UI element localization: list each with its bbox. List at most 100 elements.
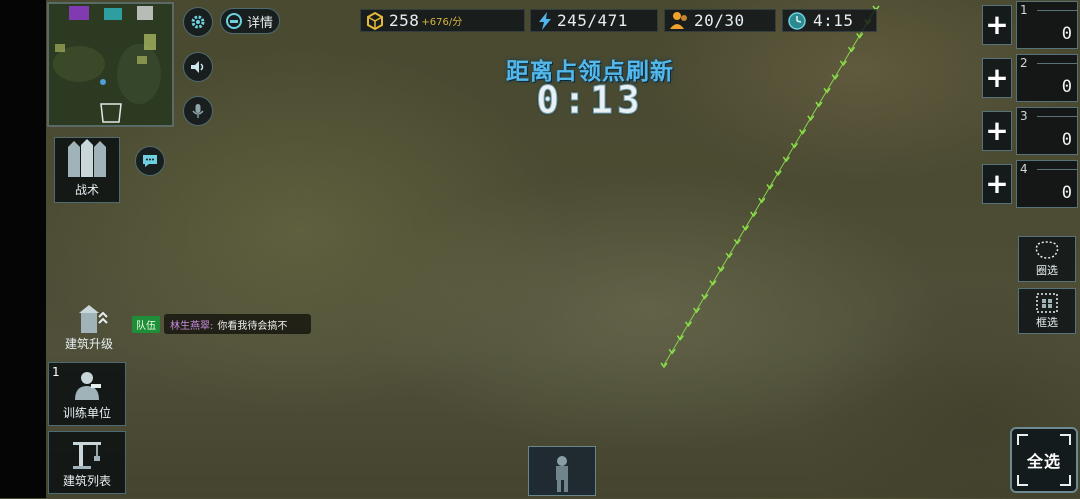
control-group-count: 0 bbox=[1061, 77, 1072, 97]
building-upgrade-button[interactable]: 建筑升级 bbox=[56, 303, 122, 353]
lightning-icon bbox=[539, 11, 551, 30]
details-label: 详情 bbox=[247, 15, 274, 31]
path-waypoint-marker bbox=[807, 115, 815, 122]
path-waypoint-marker bbox=[660, 362, 668, 369]
gold-rate: +676/分 bbox=[421, 17, 463, 28]
add-group-2-button[interactable]: + bbox=[982, 58, 1012, 98]
building-list-label: 建筑列表 bbox=[62, 474, 111, 488]
path-waypoint-marker bbox=[815, 101, 823, 108]
path-waypoint-marker bbox=[839, 60, 847, 67]
path-waypoint-marker bbox=[790, 142, 799, 149]
path-waypoint-marker bbox=[774, 170, 782, 177]
speaker-icon bbox=[191, 61, 204, 73]
path-waypoint-marker bbox=[831, 74, 839, 80]
minimap-neutral-base bbox=[137, 6, 153, 20]
control-group-1[interactable]: 1 0 bbox=[1016, 1, 1078, 49]
control-group-number: 4 bbox=[1020, 162, 1028, 176]
path-waypoint-marker bbox=[782, 156, 790, 163]
voice-button[interactable] bbox=[183, 96, 213, 126]
control-group-number: 3 bbox=[1020, 109, 1028, 123]
sound-button[interactable] bbox=[183, 52, 213, 82]
gear-icon bbox=[191, 15, 205, 29]
gold-value: 258 bbox=[389, 11, 420, 30]
capture-point-timer: 0:13 bbox=[536, 78, 644, 123]
control-group-count: 0 bbox=[1061, 24, 1072, 44]
train-units-label: 训练单位 bbox=[62, 406, 111, 420]
gold-resource: 258 +676/分 bbox=[360, 9, 525, 32]
control-group-4[interactable]: 4 0 bbox=[1016, 160, 1078, 208]
path-waypoint-marker bbox=[676, 335, 684, 341]
add-group-1-button[interactable]: + bbox=[982, 5, 1012, 45]
path-waypoint-marker bbox=[799, 129, 807, 135]
population-icon bbox=[670, 11, 687, 29]
minimap[interactable] bbox=[47, 2, 174, 127]
path-waypoint-marker bbox=[725, 252, 733, 259]
energy-resource: 245/471 bbox=[530, 9, 658, 32]
control-group-number: 2 bbox=[1020, 56, 1028, 70]
select-all-button[interactable]: 全选 bbox=[1010, 427, 1078, 493]
details-button[interactable]: 详情 bbox=[220, 8, 280, 34]
soldier-icon bbox=[75, 372, 101, 400]
building-list-button[interactable]: 建筑列表 bbox=[48, 431, 126, 494]
chat-body: 林生燕翠: 你看我待会搞不 bbox=[164, 314, 312, 334]
add-group-3-button[interactable]: + bbox=[982, 111, 1012, 151]
minimap-enemy-base bbox=[69, 6, 89, 20]
team-chat-tag: 队伍 bbox=[132, 315, 160, 333]
box-select-icon bbox=[1036, 293, 1058, 313]
lasso-select-button[interactable]: 圈选 bbox=[1018, 236, 1076, 282]
path-waypoint-marker bbox=[758, 197, 766, 204]
control-group-2[interactable]: 2 0 bbox=[1016, 54, 1078, 102]
path-waypoint-marker bbox=[766, 184, 774, 190]
settings-button[interactable] bbox=[183, 7, 213, 37]
box-select-label: 框选 bbox=[1036, 316, 1058, 329]
path-waypoint-marker bbox=[668, 348, 676, 355]
control-group-3[interactable]: 3 0 bbox=[1016, 107, 1078, 155]
path-waypoint-marker bbox=[684, 321, 693, 328]
tactics-button[interactable]: 战术 bbox=[54, 137, 120, 203]
tactics-label: 战术 bbox=[74, 183, 99, 197]
energy-value: 245/471 bbox=[557, 11, 628, 30]
chat-message-text: 你看我待会搞不 bbox=[217, 320, 288, 332]
minimap-ally-base bbox=[104, 8, 122, 20]
path-waypoint-marker bbox=[823, 87, 831, 94]
left-screen-edge bbox=[0, 0, 46, 498]
tactics-icon bbox=[68, 139, 106, 177]
chat-bubble-icon bbox=[143, 155, 157, 167]
path-waypoint-marker bbox=[856, 33, 864, 39]
crane-icon bbox=[73, 442, 101, 469]
path-waypoint-marker bbox=[733, 238, 741, 245]
selected-unit-portrait[interactable] bbox=[528, 446, 596, 496]
path-waypoint-marker bbox=[750, 211, 758, 218]
add-group-4-button[interactable]: + bbox=[982, 164, 1012, 204]
population-value: 20/30 bbox=[694, 11, 745, 30]
match-clock: 4:15 bbox=[782, 9, 877, 32]
clock-icon bbox=[788, 11, 806, 30]
population-resource: 20/30 bbox=[664, 9, 776, 32]
gold-cube-icon bbox=[367, 11, 383, 30]
lasso-icon bbox=[1035, 241, 1059, 259]
chat-button[interactable] bbox=[135, 146, 165, 176]
lasso-select-label: 圈选 bbox=[1036, 264, 1058, 277]
control-group-number: 1 bbox=[1020, 3, 1028, 17]
path-waypoint-marker bbox=[741, 225, 750, 231]
control-group-count: 0 bbox=[1061, 130, 1072, 150]
clock-value: 4:15 bbox=[813, 11, 854, 30]
team-chat-message: 队伍 林生燕翠: 你看我待会搞不 bbox=[132, 314, 312, 334]
control-group-count: 0 bbox=[1061, 183, 1072, 203]
train-units-button[interactable]: 1 训练单位 bbox=[48, 362, 126, 426]
path-waypoint-marker bbox=[847, 46, 856, 53]
train-units-badge: 1 bbox=[52, 365, 60, 379]
path-waypoint-marker bbox=[717, 266, 725, 273]
box-select-button[interactable]: 框选 bbox=[1018, 288, 1076, 334]
microphone-muted-icon bbox=[192, 104, 204, 118]
helmet-icon bbox=[226, 13, 242, 29]
path-waypoint-marker bbox=[693, 307, 701, 314]
path-waypoint-marker bbox=[701, 293, 709, 300]
path-waypoint-marker bbox=[709, 280, 717, 286]
select-frame-icon bbox=[1017, 434, 1071, 486]
building-upgrade-icon bbox=[79, 305, 108, 333]
minimap-terrain bbox=[49, 4, 172, 125]
mech-unit-icon bbox=[529, 447, 595, 495]
chat-sender-name: 林生燕翠: bbox=[170, 320, 214, 332]
building-upgrade-label: 建筑升级 bbox=[64, 337, 113, 351]
